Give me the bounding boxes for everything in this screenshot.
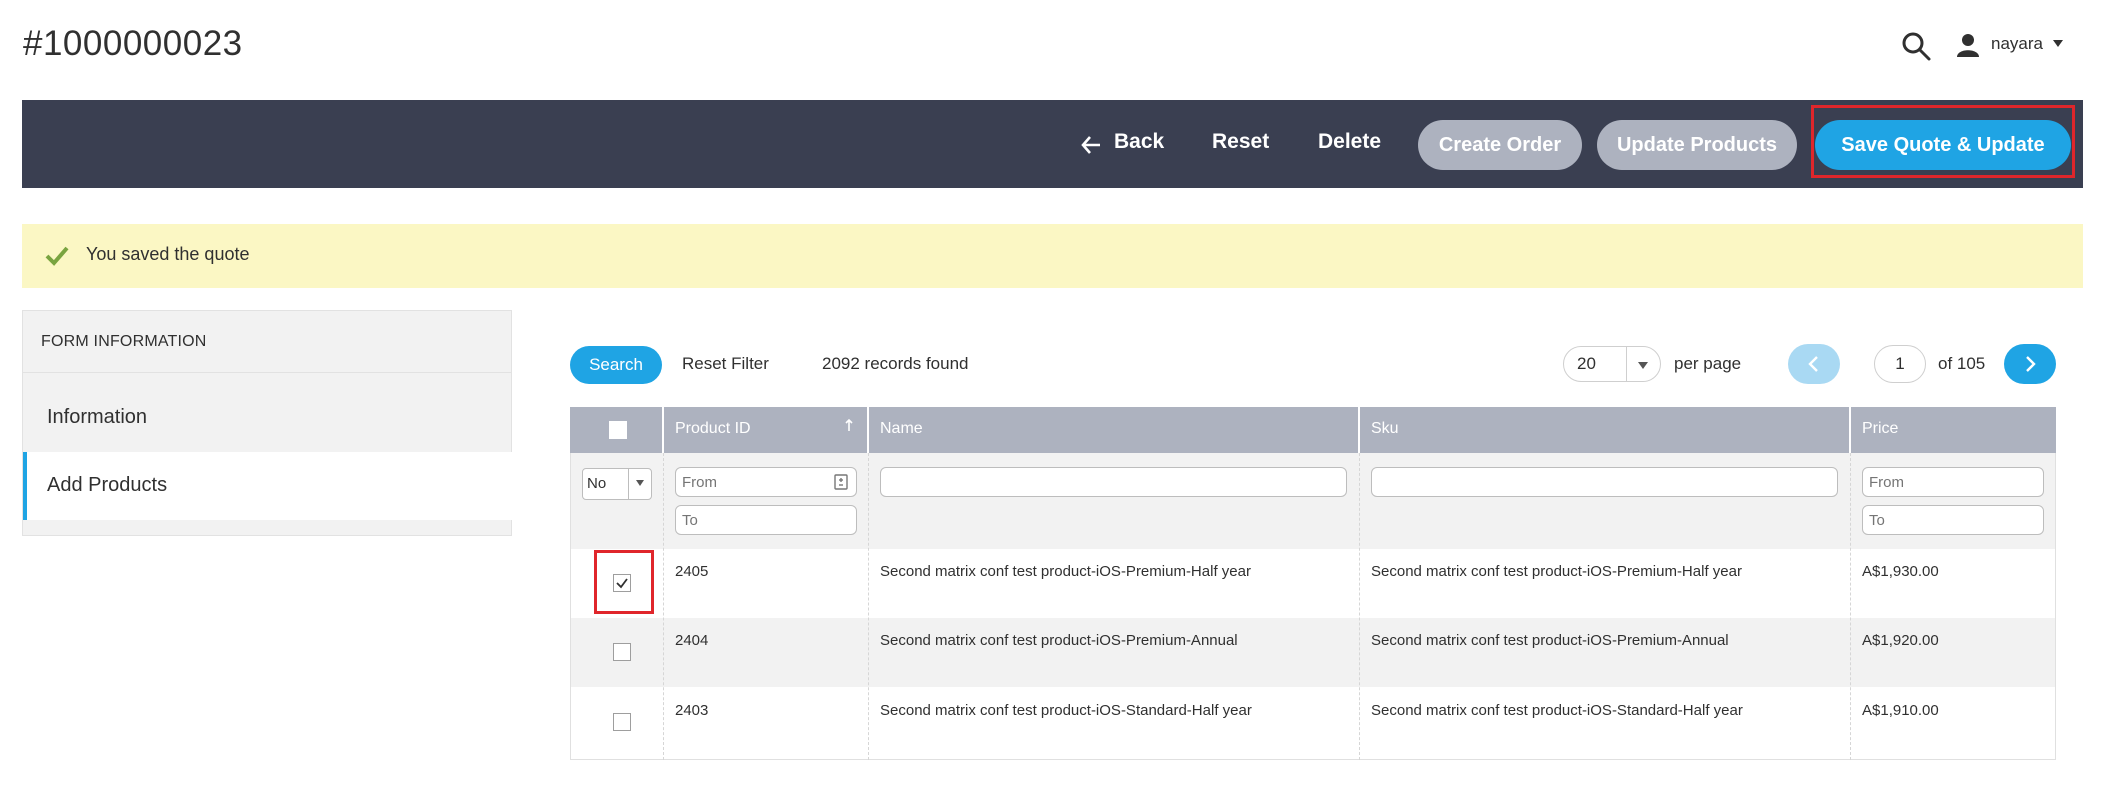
column-header-price[interactable]: Price: [1862, 420, 1898, 438]
divider: [628, 469, 629, 499]
success-message: [22, 224, 2083, 288]
checkmark-icon: [45, 246, 69, 266]
highlight-box: [1811, 105, 2075, 178]
records-count: 2092 records found: [822, 354, 969, 373]
update-products-button[interactable]: Update Products: [1597, 120, 1797, 170]
success-message-text: You saved the quote: [86, 244, 250, 264]
product-id-from-input[interactable]: [675, 467, 857, 497]
chevron-down-icon[interactable]: [636, 480, 644, 486]
cell-sku: Second matrix conf test product-iOS-Prem…: [1371, 563, 1742, 580]
product-id-to-input[interactable]: [675, 505, 857, 535]
cell-name: Second matrix conf test product-iOS-Stan…: [880, 702, 1252, 719]
column-separator: [1849, 407, 1851, 453]
sidebar-item-information[interactable]: Information: [47, 406, 147, 429]
column-header-sku[interactable]: Sku: [1371, 420, 1399, 438]
row-checkbox[interactable]: [613, 643, 631, 661]
divider: [23, 372, 511, 373]
page-number-input[interactable]: [1874, 345, 1926, 383]
sort-ascending-icon[interactable]: [844, 418, 854, 432]
chevron-right-icon: [2026, 356, 2036, 372]
column-header-name[interactable]: Name: [880, 420, 923, 438]
per-page-label: per page: [1674, 354, 1742, 373]
user-icon[interactable]: [1955, 32, 1981, 58]
reset-filter-link[interactable]: Reset Filter: [682, 354, 769, 374]
user-menu-label[interactable]: nayara: [1991, 34, 2043, 54]
in-products-filter-value: No: [587, 475, 607, 492]
price-from-input[interactable]: [1862, 467, 2044, 497]
cell-name: Second matrix conf test product-iOS-Prem…: [880, 632, 1238, 649]
table-row[interactable]: [570, 687, 2056, 760]
previous-page-button[interactable]: [1788, 344, 1840, 384]
table-header: [570, 407, 2056, 453]
cell-product-id: 2405: [675, 563, 709, 580]
cell-price: A$1,930.00: [1862, 563, 1939, 580]
cell-name: Second matrix conf test product-iOS-Prem…: [880, 563, 1251, 580]
cell-sku: Second matrix conf test product-iOS-Stan…: [1371, 702, 1743, 719]
cell-product-id: 2404: [675, 632, 709, 649]
divider: [1626, 347, 1627, 381]
column-separator: [1359, 453, 1360, 760]
calculator-icon: [834, 474, 848, 490]
price-to-input[interactable]: [1862, 505, 2044, 535]
sku-filter-input[interactable]: [1371, 467, 1838, 497]
back-button[interactable]: Back: [1114, 130, 1164, 154]
cell-product-id: 2403: [675, 702, 709, 719]
column-separator: [1850, 453, 1851, 760]
per-page-value: 20: [1577, 354, 1596, 373]
column-separator: [662, 407, 664, 453]
total-pages: of 105: [1938, 354, 1986, 373]
column-separator: [663, 453, 664, 760]
search-button[interactable]: Search: [570, 346, 662, 384]
column-separator: [868, 453, 869, 760]
search-icon[interactable]: [1900, 30, 1932, 62]
row-checkbox[interactable]: [613, 713, 631, 731]
table-row[interactable]: [570, 618, 2056, 687]
select-all-checkbox[interactable]: [609, 421, 627, 439]
arrow-left-icon[interactable]: [1080, 134, 1102, 156]
next-page-button[interactable]: [2004, 344, 2056, 384]
page-title: #1000000023: [23, 24, 243, 63]
chevron-left-icon: [1808, 356, 1818, 372]
chevron-down-icon[interactable]: [1638, 362, 1648, 369]
cell-price: A$1,910.00: [1862, 702, 1939, 719]
create-order-button[interactable]: Create Order: [1418, 120, 1582, 170]
column-header-product-id[interactable]: Product ID: [675, 420, 751, 438]
reset-button[interactable]: Reset: [1212, 130, 1269, 154]
chevron-down-icon[interactable]: [2053, 40, 2063, 47]
delete-button[interactable]: Delete: [1318, 130, 1381, 154]
sidebar-heading: FORM INFORMATION: [41, 333, 207, 350]
name-filter-input[interactable]: [880, 467, 1347, 497]
cell-price: A$1,920.00: [1862, 632, 1939, 649]
cell-sku: Second matrix conf test product-iOS-Prem…: [1371, 632, 1729, 649]
sidebar-item-label[interactable]: Add Products: [47, 474, 167, 497]
highlight-box: [594, 550, 654, 614]
table-row[interactable]: [570, 549, 2056, 618]
column-separator: [1358, 407, 1360, 453]
column-separator: [867, 407, 869, 453]
